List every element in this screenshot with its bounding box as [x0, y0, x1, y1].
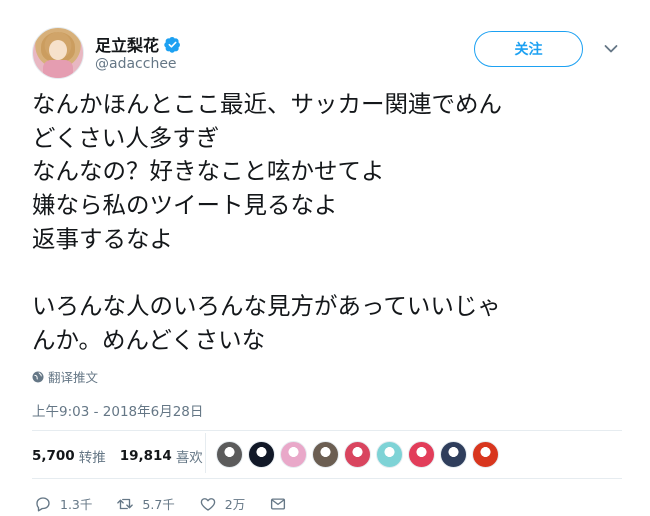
liker-avatar[interactable] — [216, 441, 243, 468]
user-handle[interactable]: @adacchee — [95, 56, 177, 72]
liker-avatar[interactable] — [248, 441, 275, 468]
divider — [205, 433, 206, 473]
liker-avatar[interactable] — [312, 441, 339, 468]
tweet-stats: 5,700 转推 19,814 喜欢 — [32, 446, 217, 466]
liker-avatar[interactable] — [344, 441, 371, 468]
likes-label[interactable]: 喜欢 — [176, 446, 203, 466]
liker-avatar[interactable] — [472, 441, 499, 468]
reply-icon — [36, 496, 50, 511]
divider — [32, 478, 622, 479]
display-name[interactable]: 足立梨花 — [95, 32, 159, 56]
globe-icon — [32, 371, 44, 382]
likes-count[interactable]: 19,814 — [120, 448, 172, 464]
retweets-count[interactable]: 5,700 — [32, 448, 75, 464]
retweet-icon — [117, 498, 134, 509]
liker-avatar[interactable] — [440, 441, 467, 468]
retweets-label[interactable]: 转推 — [79, 446, 106, 466]
avatar[interactable] — [32, 27, 84, 79]
verified-badge-icon — [164, 36, 180, 53]
divider — [32, 430, 622, 431]
reply-button[interactable]: 1.3千 — [34, 494, 92, 513]
liker-avatar[interactable] — [408, 441, 435, 468]
tweet-timestamp[interactable]: 上午9:03 - 2018年6月28日 — [32, 400, 203, 420]
tweet-actions: 1.3千 5.7千 2万 — [34, 494, 319, 513]
tweet-text: なんかほんとここ最近、サッカー関連でめん どくさい人多すぎ なんなの？好きなこと… — [32, 90, 502, 354]
translate-label[interactable]: 翻译推文 — [48, 367, 98, 386]
user-name-row[interactable]: 足立梨花 — [95, 32, 181, 56]
retweet-count: 5.7千 — [142, 497, 175, 512]
like-count: 2万 — [224, 497, 246, 512]
heart-icon — [200, 497, 216, 511]
liker-avatars — [216, 441, 504, 468]
direct-message-button[interactable] — [269, 495, 295, 513]
liker-avatar[interactable] — [376, 441, 403, 468]
translate-tweet-link[interactable]: 翻译推文 — [32, 367, 98, 386]
reply-count: 1.3千 — [60, 497, 93, 512]
envelope-icon — [271, 497, 286, 510]
like-button[interactable]: 2万 — [199, 494, 245, 513]
follow-button[interactable]: 关注 — [474, 31, 583, 67]
liker-avatar[interactable] — [280, 441, 307, 468]
retweet-button[interactable]: 5.7千 — [116, 494, 175, 513]
chevron-down-icon[interactable] — [604, 44, 618, 54]
